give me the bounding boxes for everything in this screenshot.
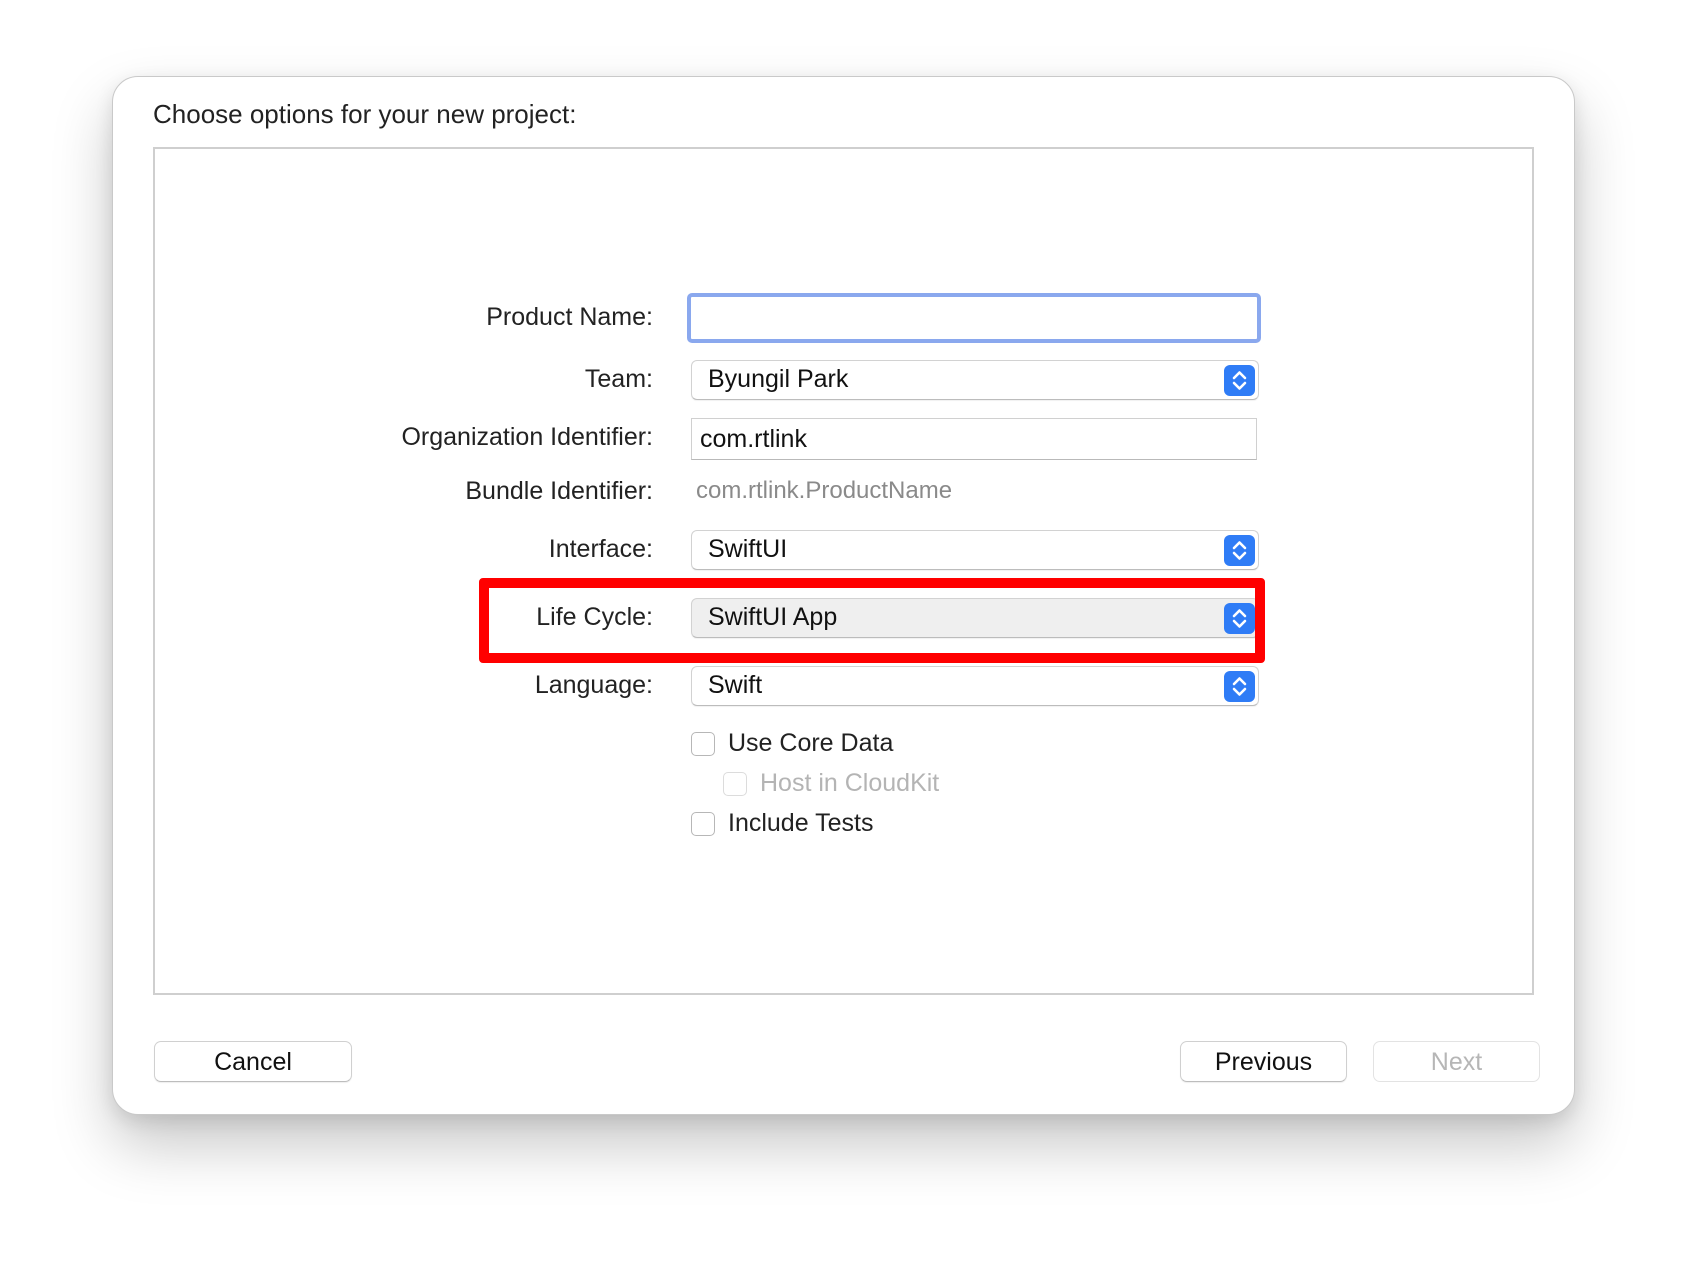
previous-button[interactable]: Previous: [1180, 1041, 1347, 1082]
include-tests-checkbox[interactable]: [691, 811, 715, 836]
team-popup[interactable]: Byungil Park: [691, 360, 1259, 400]
chevron-up-down-icon: [1224, 535, 1255, 566]
language-label: Language:: [534, 671, 653, 699]
host-in-cloudkit-checkbox-row: Host in CloudKit: [723, 769, 939, 798]
chevron-up-down-icon: [1224, 671, 1255, 702]
dialog-title: Choose options for your new project:: [153, 99, 577, 129]
use-core-data-checkbox-row[interactable]: Use Core Data: [691, 729, 893, 758]
bundle-identifier-value: com.rtlink.ProductName: [696, 477, 953, 504]
cancel-button[interactable]: Cancel: [154, 1041, 352, 1082]
next-button[interactable]: Next: [1373, 1041, 1540, 1082]
use-core-data-label: Use Core Data: [728, 729, 894, 757]
new-project-dialog: Choose options for your new project: Pro…: [112, 76, 1575, 1115]
team-popup-value: Byungil Park: [708, 365, 849, 393]
product-name-input[interactable]: [687, 293, 1261, 343]
bundle-identifier-label: Bundle Identifier:: [465, 477, 653, 505]
interface-popup[interactable]: SwiftUI: [691, 530, 1259, 570]
organization-identifier-label: Organization Identifier:: [401, 423, 653, 451]
chevron-up-down-icon: [1224, 365, 1255, 396]
screen: Choose options for your new project: Pro…: [0, 0, 1684, 1264]
language-popup[interactable]: Swift: [691, 666, 1259, 706]
language-popup-value: Swift: [708, 671, 763, 699]
host-in-cloudkit-checkbox: [723, 771, 747, 796]
team-label: Team:: [584, 365, 653, 393]
life-cycle-highlight-box: [479, 578, 1265, 663]
use-core-data-checkbox[interactable]: [691, 731, 715, 756]
include-tests-label: Include Tests: [728, 809, 874, 837]
interface-label: Interface:: [548, 535, 653, 563]
options-panel: [153, 147, 1534, 995]
interface-popup-value: SwiftUI: [708, 535, 788, 563]
product-name-label: Product Name:: [486, 303, 653, 331]
organization-identifier-input[interactable]: [691, 418, 1257, 460]
include-tests-checkbox-row[interactable]: Include Tests: [691, 809, 873, 838]
host-in-cloudkit-label: Host in CloudKit: [760, 769, 940, 797]
